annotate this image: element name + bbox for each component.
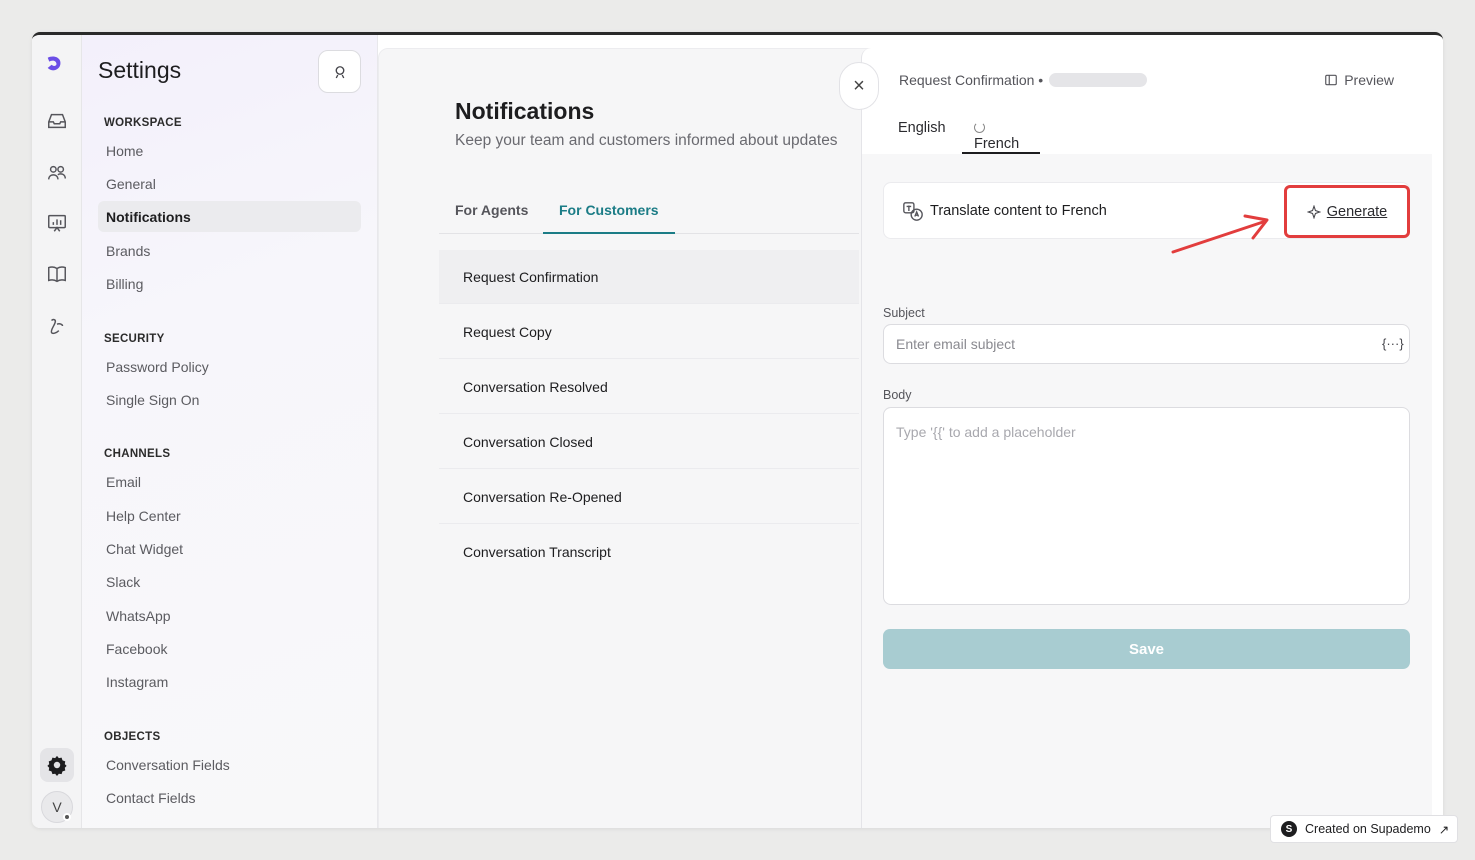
search-icon [335,65,344,78]
icon-rail: V [32,35,82,828]
settings-gear-icon[interactable] [40,748,74,782]
subject-input[interactable] [883,324,1410,364]
insert-placeholder-button[interactable]: {···} [1382,336,1404,351]
preview-label: Preview [1344,72,1394,88]
page-subtitle: Keep your team and customers informed ab… [455,132,838,149]
users-icon[interactable] [45,161,69,185]
editor-body: Translate content to French Generate Sub… [862,154,1432,828]
list-item-request-confirmation[interactable]: Request Confirmation [439,250,859,304]
section-channels: CHANNELS [104,448,171,460]
search-button[interactable] [318,50,361,93]
reports-icon[interactable] [45,211,69,235]
close-drawer-button[interactable]: × [839,62,879,110]
sidebar-item-email[interactable]: Email [98,466,361,497]
sidebar-title: Settings [98,57,182,83]
language-tabs: English French [886,114,1416,154]
notifications-panel: Notifications Keep your team and custome… [378,48,918,828]
ai-agent-icon[interactable] [45,314,69,338]
inbox-icon[interactable] [45,109,69,133]
sidebar-item-brands[interactable]: Brands [98,235,361,266]
translate-icon [903,202,923,221]
section-objects: OBJECTS [104,731,161,743]
preview-button[interactable]: Preview [1324,72,1394,88]
sidebar-item-notifications[interactable]: Notifications [98,201,361,232]
sidebar-item-contact-fields[interactable]: Contact Fields [98,782,361,813]
translate-label: Translate content to French [930,203,1107,219]
page-title: Notifications [455,98,595,124]
breadcrumb: Request Confirmation • [899,72,1148,88]
app-window: V Settings WORKSPACE Home General Notifi… [32,32,1443,828]
supademo-badge[interactable]: S Created on Supademo ↗ [1270,815,1458,843]
tab-english[interactable]: English [886,114,958,154]
tab-for-customers[interactable]: For Customers [543,197,675,234]
sidebar-item-password-policy[interactable]: Password Policy [98,351,361,382]
list-item-conversation-reopened[interactable]: Conversation Re-Opened [439,470,859,524]
panel-icon [1325,74,1338,86]
sparkle-icon [1306,204,1321,219]
save-button[interactable]: Save [883,629,1410,669]
sidebar-item-home[interactable]: Home [98,135,361,166]
sidebar-item-facebook[interactable]: Facebook [98,633,361,664]
supademo-logo-icon: S [1281,821,1297,837]
generate-label: Generate [1326,203,1388,220]
body-label: Body [883,388,912,402]
template-editor-drawer: Request Confirmation • Preview English F… [861,48,1432,828]
generate-button[interactable]: Generate [1284,185,1410,238]
sidebar-item-general[interactable]: General [98,168,361,199]
subject-label: Subject [883,306,925,320]
list-item-request-copy[interactable]: Request Copy [439,305,859,359]
settings-sidebar: Settings WORKSPACE Home General Notifica… [82,35,378,828]
annotation-arrow-icon [1171,214,1269,254]
translate-card: Translate content to French Generate [883,182,1410,239]
sidebar-item-whatsapp[interactable]: WhatsApp [98,600,361,631]
section-security: SECURITY [104,333,165,345]
sidebar-item-single-sign-on[interactable]: Single Sign On [98,384,361,415]
list-item-conversation-transcript[interactable]: Conversation Transcript [439,525,859,579]
app-logo-icon [47,56,61,71]
sidebar-item-help-center[interactable]: Help Center [98,500,361,531]
close-icon: × [853,74,865,97]
user-avatar[interactable]: V [41,791,73,823]
sidebar-item-chat-widget[interactable]: Chat Widget [98,533,361,564]
breadcrumb-label: Request Confirmation • [899,72,1044,88]
tab-french-label: French [974,136,1020,152]
sidebar-item-billing[interactable]: Billing [98,268,361,299]
external-link-icon: ↗ [1438,822,1450,837]
avatar-initial: V [52,799,62,815]
body-textarea[interactable] [883,407,1410,605]
sidebar-item-conversation-fields[interactable]: Conversation Fields [98,749,361,780]
list-item-conversation-resolved[interactable]: Conversation Resolved [439,360,859,414]
list-item-conversation-closed[interactable]: Conversation Closed [439,415,859,469]
sidebar-item-slack[interactable]: Slack [98,566,361,597]
status-dot [63,813,71,821]
tab-french[interactable]: French [962,114,1040,154]
section-workspace: WORKSPACE [104,117,182,129]
loading-spinner-icon [974,122,985,133]
sidebar-item-instagram[interactable]: Instagram [98,666,361,697]
audience-tabs: For Agents For Customers [439,197,859,234]
badge-label: Created on Supademo [1305,822,1431,836]
knowledge-base-icon[interactable] [45,262,69,286]
tab-for-agents[interactable]: For Agents [439,197,544,234]
redacted-text [1049,73,1148,87]
